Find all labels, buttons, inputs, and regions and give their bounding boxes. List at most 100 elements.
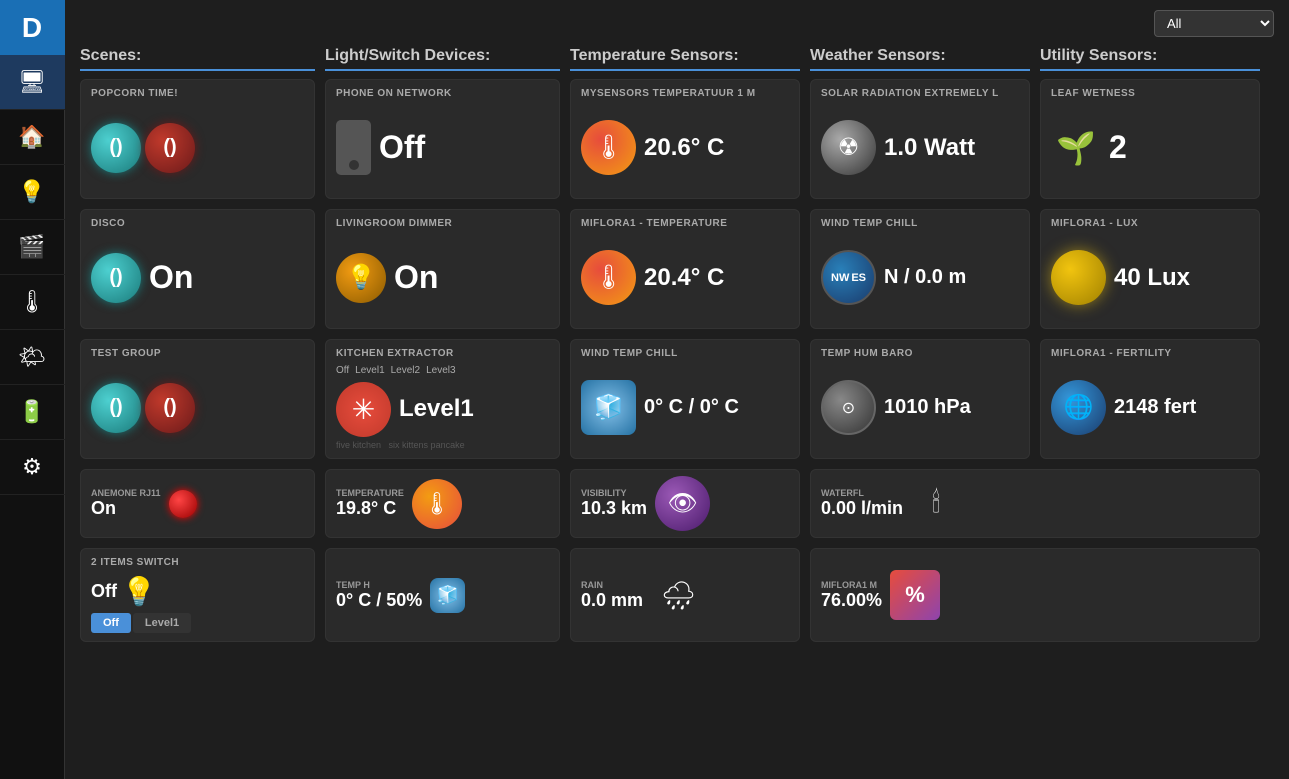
card-mysensors-temp[interactable]: MYSENSORS TEMPERATUUR 1 M 🌡 20.6° C — [570, 79, 800, 199]
section-weather: Weather Sensors: — [810, 47, 1030, 71]
card-livingroom[interactable]: LIVINGROOM DIMMER 💡 On — [325, 209, 560, 329]
card-test-group[interactable]: TEST GROUP () () — [80, 339, 315, 459]
card-wind2-body: 🧊 0° C / 0° C — [581, 365, 789, 450]
level-3[interactable]: Level3 — [426, 365, 455, 376]
ice-icon: 🧊 — [581, 380, 636, 435]
sidebar-item-film[interactable]: 🎬 — [0, 220, 65, 275]
card-solar-value: 1.0 Watt — [884, 134, 975, 162]
card-fertility-value: 2148 fert — [1114, 396, 1196, 419]
card-waterflow-value: 0.00 l/min — [821, 498, 903, 519]
card-disco-value: On — [149, 259, 193, 296]
tab-level1[interactable]: Level1 — [133, 613, 191, 633]
test-bracket1-icon: () — [109, 396, 122, 419]
card-wind2-title: WIND TEMP CHILL — [581, 348, 789, 359]
eye-icon: 👁 — [655, 476, 710, 531]
card-rain-value: 0.0 mm — [581, 590, 643, 611]
card-rain-title: RAIN — [581, 580, 643, 590]
card-2items-value: Off — [91, 581, 117, 602]
teal-button-1[interactable]: () — [91, 123, 141, 173]
leaf-icon: 🌱 — [1051, 123, 1101, 173]
filter-select[interactable]: All Favorites Active — [1154, 10, 1274, 37]
card-leaf[interactable]: LEAF WETNESS 🌱 2 — [1040, 79, 1260, 199]
card-phone[interactable]: PHONE ON NETWORK Off — [325, 79, 560, 199]
card-miflora-temp-title: MIFLORA1 - TEMPERATURE — [581, 218, 789, 229]
card-rain[interactable]: RAIN 0.0 mm 🌧 — [570, 548, 800, 642]
card-miflora-temp-body: 🌡 20.4° C — [581, 235, 789, 320]
tab-off[interactable]: Off — [91, 613, 131, 633]
bracket-right-icon: () — [163, 136, 176, 159]
sidebar-item-cloud[interactable]: 🌤 — [0, 330, 65, 385]
card-miflora-temp[interactable]: MIFLORA1 - TEMPERATURE 🌡 20.4° C — [570, 209, 800, 329]
cards-row1: POPCORN TIME! () () PHONE ON NETWORK Off… — [80, 79, 1274, 199]
card-baro-value: 1010 hPa — [884, 396, 971, 419]
phone-icon — [336, 120, 371, 175]
level-off[interactable]: Off — [336, 365, 349, 376]
sidebar-item-temperature[interactable]: 🌡 — [0, 275, 65, 330]
card-visibility[interactable]: VISIBILITY 10.3 km 👁 — [570, 469, 800, 538]
card-2items-tabs: Off Level1 — [91, 613, 304, 633]
test-teal-button[interactable]: () — [91, 383, 141, 433]
card-moisture-value: 76.00% — [821, 590, 882, 611]
level-1[interactable]: Level1 — [355, 365, 384, 376]
card-temp-row4-value: 19.8° C — [336, 498, 404, 519]
card-kitchen-value: Level1 — [399, 395, 474, 423]
main-content: All Favorites Active Scenes: Light/Switc… — [65, 0, 1289, 779]
monitor-icon: 🖥 — [18, 69, 46, 95]
card-anemone[interactable]: ANEMONE RJ11 On — [80, 469, 315, 538]
cards-row3: TEST GROUP () () KITCHEN EXTRACTOR Off L… — [80, 339, 1274, 459]
card-miflora-lux[interactable]: MIFLORA1 - LUX 40 Lux — [1040, 209, 1260, 329]
rain-icon: 🌧 — [651, 568, 706, 623]
film-icon: 🎬 — [18, 234, 45, 260]
card-2items[interactable]: 2 ITEMS SWITCH Off 💡 Off Level1 — [80, 548, 315, 642]
sidebar-item-battery[interactable]: 🔋 — [0, 385, 65, 440]
top-bar: All Favorites Active — [80, 10, 1274, 37]
disco-button[interactable]: () — [91, 253, 141, 303]
test-red-button[interactable]: () — [145, 383, 195, 433]
sidebar-item-monitor[interactable]: 🖥 — [0, 55, 65, 110]
gold-orb-icon — [1051, 250, 1106, 305]
cards-row5: 2 ITEMS SWITCH Off 💡 Off Level1 TEMP H 0… — [80, 548, 1274, 642]
card-fertility[interactable]: MIFLORA1 - FERTILITY 🌐 2148 fert — [1040, 339, 1260, 459]
card-kitchen-footer: five kitchen six kittens pancake — [336, 440, 549, 450]
card-anemone-title: ANEMONE RJ11 — [91, 488, 161, 498]
card-test-group-body: () () — [91, 365, 304, 450]
card-kitchen[interactable]: KITCHEN EXTRACTOR Off Level1 Level2 Leve… — [325, 339, 560, 459]
battery-icon: 🔋 — [18, 399, 45, 425]
card-solar[interactable]: SOLAR RADIATION EXTREMELY L ☢ 1.0 Watt — [810, 79, 1030, 199]
card-leaf-value: 2 — [1109, 129, 1127, 166]
card-disco[interactable]: DISCO () On — [80, 209, 315, 329]
sun-temp-icon: 🌡 — [581, 120, 636, 175]
card-temp-row4[interactable]: TEMPERATURE 19.8° C 🌡 — [325, 469, 560, 538]
card-popcorn[interactable]: POPCORN TIME! () () — [80, 79, 315, 199]
section-light: Light/Switch Devices: — [325, 47, 560, 71]
card-temp-hum[interactable]: TEMP H 0° C / 50% 🧊 — [325, 548, 560, 642]
red-button-1[interactable]: () — [145, 123, 195, 173]
card-waterflow[interactable]: WATERFL 0.00 l/min 🕯 — [810, 469, 1260, 538]
card-2items-title: 2 ITEMS SWITCH — [91, 557, 304, 568]
sidebar-logo[interactable]: D — [0, 0, 65, 55]
card-kitchen-title: KITCHEN EXTRACTOR — [336, 348, 549, 359]
cards-row4: ANEMONE RJ11 On TEMPERATURE 19.8° C 🌡 VI… — [80, 469, 1274, 538]
card-mysensors-value: 20.6° C — [644, 134, 724, 162]
card-phone-value: Off — [379, 129, 425, 166]
card-moisture[interactable]: MIFLORA1 M 76.00% % — [810, 548, 1260, 642]
card-livingroom-value: On — [394, 259, 438, 296]
card-wind[interactable]: WIND TEMP CHILL NWES N / 0.0 m — [810, 209, 1030, 329]
section-headers: Scenes: Light/Switch Devices: Temperatur… — [80, 47, 1274, 71]
card-fertility-body: 🌐 2148 fert — [1051, 365, 1249, 450]
cloud-icon: 🌤 — [18, 344, 46, 370]
home-icon: 🏠 — [18, 124, 45, 150]
level-2[interactable]: Level2 — [391, 365, 420, 376]
card-moisture-title: MIFLORA1 M — [821, 580, 882, 590]
card-wind2[interactable]: WIND TEMP CHILL 🧊 0° C / 0° C — [570, 339, 800, 459]
sidebar-item-light[interactable]: 💡 — [0, 165, 65, 220]
card-visibility-value: 10.3 km — [581, 498, 647, 519]
sidebar-item-home[interactable]: 🏠 — [0, 110, 65, 165]
sun-temp2-icon: 🌡 — [581, 250, 636, 305]
card-wind-title: WIND TEMP CHILL — [821, 218, 1019, 229]
card-baro[interactable]: TEMP HUM BARO ⊙ 1010 hPa — [810, 339, 1030, 459]
card-phone-body: Off — [336, 105, 549, 190]
sidebar-item-settings[interactable]: ⚙ — [0, 440, 65, 495]
card-visibility-title: VISIBILITY — [581, 488, 647, 498]
card-wind-value: N / 0.0 m — [884, 266, 966, 289]
